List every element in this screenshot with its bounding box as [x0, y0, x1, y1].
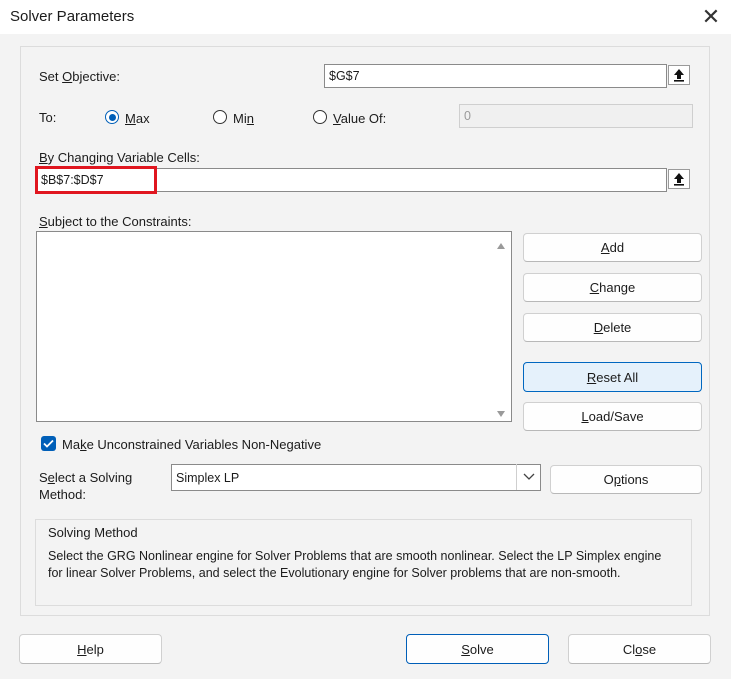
options-button[interactable]: Op tions	[550, 465, 702, 494]
window-title: Solver Parameters	[10, 8, 135, 25]
delete-button[interactable]: Delete	[523, 313, 702, 342]
max-radio[interactable]	[105, 110, 119, 124]
scroll-down-icon[interactable]	[496, 406, 506, 421]
chevron-down-icon[interactable]	[516, 464, 541, 490]
solving-method-select[interactable]: Simplex LP	[171, 464, 541, 491]
objective-collapse-button[interactable]	[668, 65, 690, 85]
constraints-label: Subject to the Constraints:	[39, 214, 192, 229]
help-button[interactable]: Help	[19, 634, 162, 664]
min-label: Min	[233, 111, 254, 126]
upload-arrow-icon	[674, 69, 684, 82]
upload-arrow-icon	[674, 173, 684, 186]
solve-button[interactable]: Solve	[406, 634, 549, 664]
min-radio[interactable]	[213, 110, 227, 124]
close-button[interactable]: Cl o se	[568, 634, 711, 664]
close-icon[interactable]: ✕	[694, 2, 728, 32]
to-label: To:	[39, 110, 57, 125]
load-save-button[interactable]: Load/Save	[523, 402, 702, 431]
solving-method-description: Select the GRG Nonlinear engine for Solv…	[48, 549, 662, 580]
value-of-label: Value Of:	[333, 111, 387, 126]
constraints-list[interactable]	[36, 231, 512, 422]
changing-cells-collapse-button[interactable]	[668, 169, 690, 189]
value-of-input[interactable]: 0	[459, 104, 693, 128]
solving-method-label: Select a Solving Method:	[39, 470, 133, 502]
set-objective-input[interactable]: $G$7	[324, 64, 667, 88]
non-negative-checkbox[interactable]	[41, 436, 56, 451]
max-label: Max	[125, 111, 150, 126]
reset-all-button[interactable]: Reset All	[523, 362, 702, 392]
set-objective-label: Set Objective:	[39, 69, 120, 84]
value-of-radio[interactable]	[313, 110, 327, 124]
add-button[interactable]: Add	[523, 233, 702, 262]
solving-method-title: Solving Method	[48, 525, 138, 540]
highlight-box	[35, 166, 157, 194]
scroll-up-icon[interactable]	[496, 238, 506, 253]
change-button[interactable]: Change	[523, 273, 702, 302]
changing-cells-label: By Changing Variable Cells:	[39, 150, 200, 165]
non-negative-label: Make Unconstrained Variables Non-Negativ…	[62, 437, 322, 452]
checkmark-icon	[43, 439, 54, 448]
